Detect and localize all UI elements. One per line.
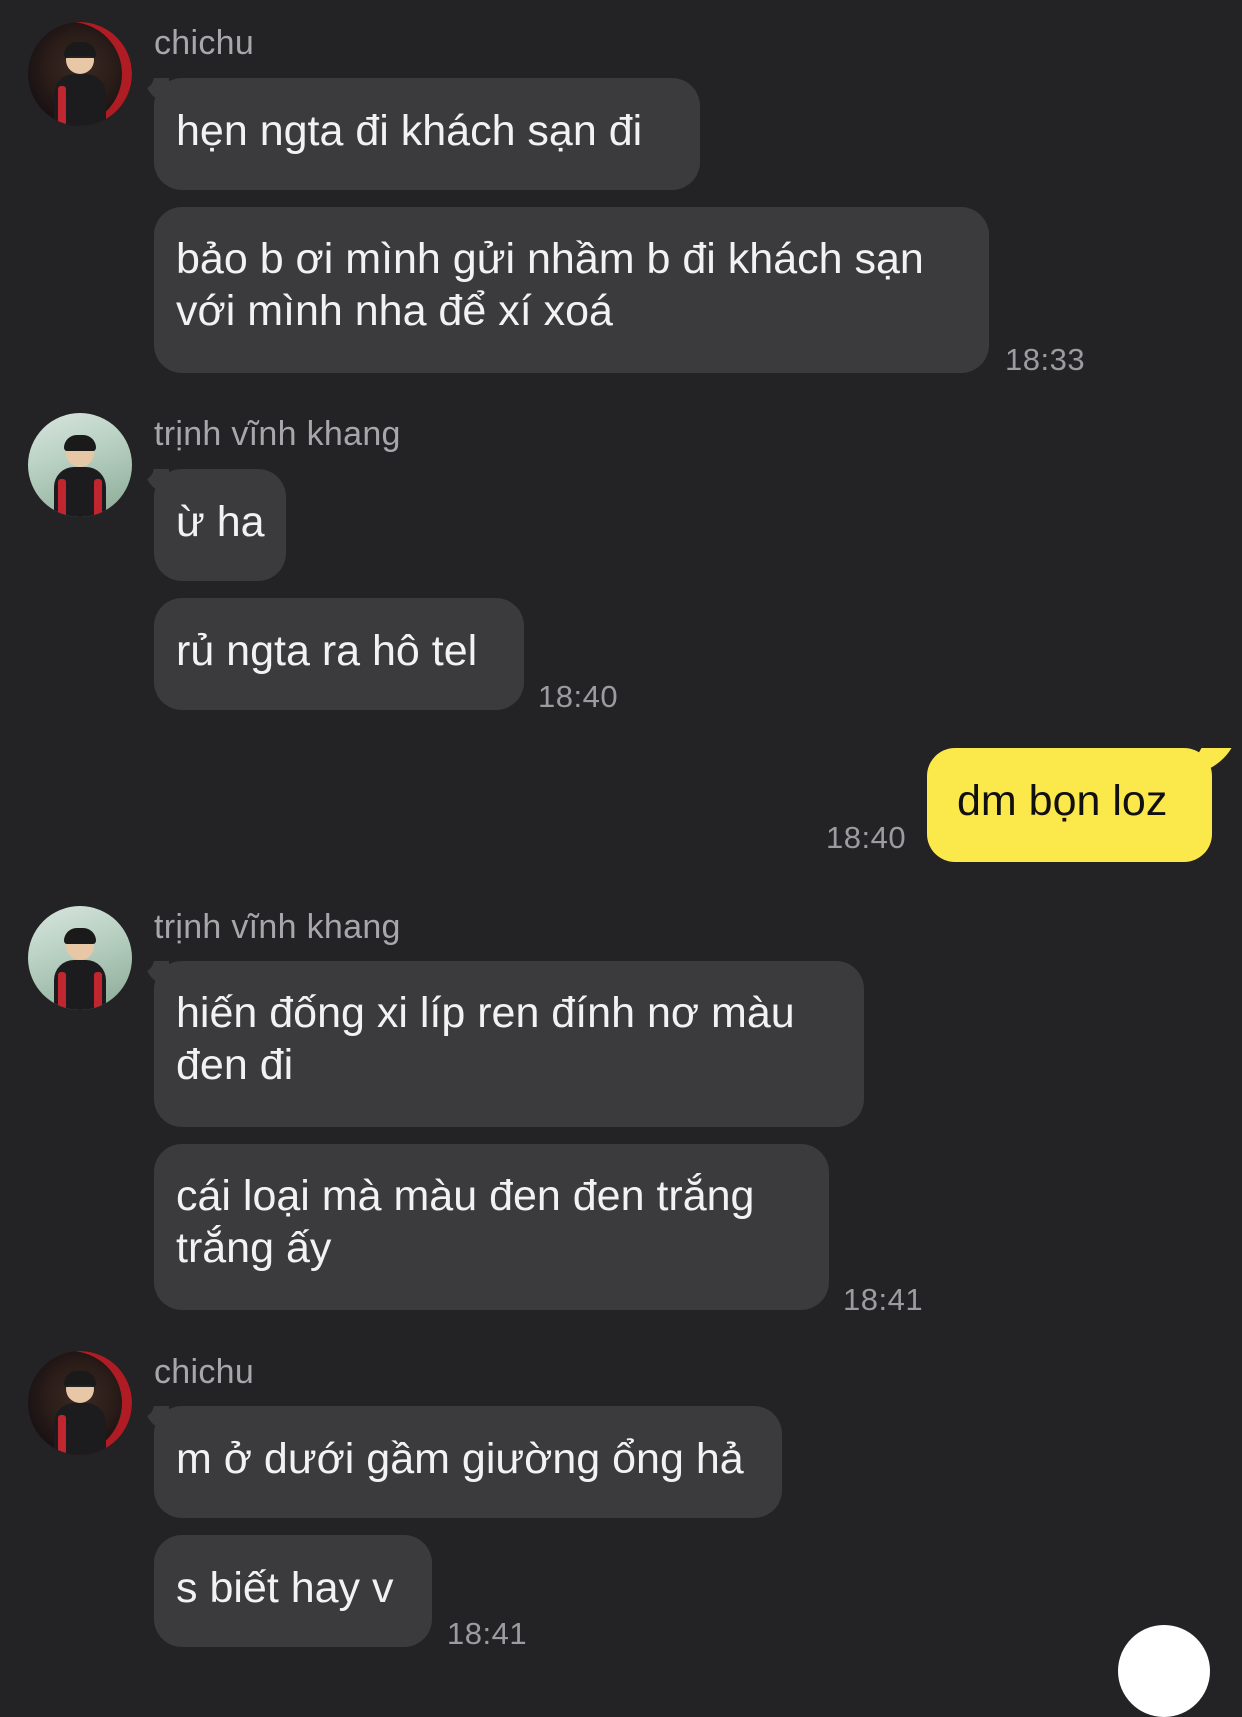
message-bubble[interactable]: rủ ngta ra hô tel (154, 598, 524, 710)
my-message-bubble[interactable]: dm bọn loz (927, 748, 1212, 862)
message-bubble[interactable]: s biết hay v (154, 1535, 432, 1647)
message-text: bảo b ơi mình gửi nhầm b đi khách sạn (176, 235, 924, 283)
message-time: 18:40 (538, 679, 619, 714)
message-time: 18:40 (826, 820, 907, 855)
message-text: cái loại mà màu đen đen trắng (176, 1172, 755, 1220)
sender-name: chichu (154, 1353, 255, 1391)
sender-name: chichu (154, 24, 255, 62)
message-bubble[interactable]: hẹn ngta đi khách sạn đi (140, 72, 700, 190)
avatar-trinh-vinh-khang[interactable] (28, 413, 132, 517)
avatar-trinh-vinh-khang[interactable] (28, 906, 132, 1010)
message-bubble[interactable]: hiến đống xi líp ren đính nơ màu đen đi (140, 955, 864, 1127)
avatar-chichu[interactable] (28, 22, 132, 126)
message-bubble[interactable]: bảo b ơi mình gửi nhầm b đi khách sạn vớ… (154, 207, 989, 373)
message-text: s biết hay v (176, 1564, 394, 1612)
message-text: dm bọn loz (957, 777, 1168, 825)
sender-name: trịnh vĩnh khang (154, 908, 401, 946)
message-bubble[interactable]: cái loại mà màu đen đen trắng trắng ấy (154, 1144, 829, 1310)
message-time: 18:33 (1005, 342, 1086, 377)
message-text: rủ ngta ra hô tel (176, 627, 478, 675)
message-text: hẹn ngta đi khách sạn đi (176, 107, 643, 155)
message-text: hiến đống xi líp ren đính nơ màu (176, 989, 795, 1037)
message-time: 18:41 (843, 1282, 924, 1317)
message-time: 18:41 (447, 1616, 528, 1651)
message-text: trắng ấy (176, 1224, 332, 1272)
avatar-chichu[interactable] (28, 1351, 132, 1455)
message-text: với mình nha để xí xoá (176, 287, 613, 335)
message-text: m ở dưới gầm giường ổng hả (176, 1435, 744, 1483)
message-bubble[interactable]: ừ ha (140, 463, 286, 581)
message-text: ừ ha (176, 498, 265, 546)
sender-name: trịnh vĩnh khang (154, 415, 401, 453)
message-bubble[interactable]: m ở dưới gầm giường ổng hả (140, 1400, 782, 1518)
message-text: đen đi (176, 1041, 294, 1089)
scroll-down-button[interactable] (1118, 1625, 1210, 1717)
